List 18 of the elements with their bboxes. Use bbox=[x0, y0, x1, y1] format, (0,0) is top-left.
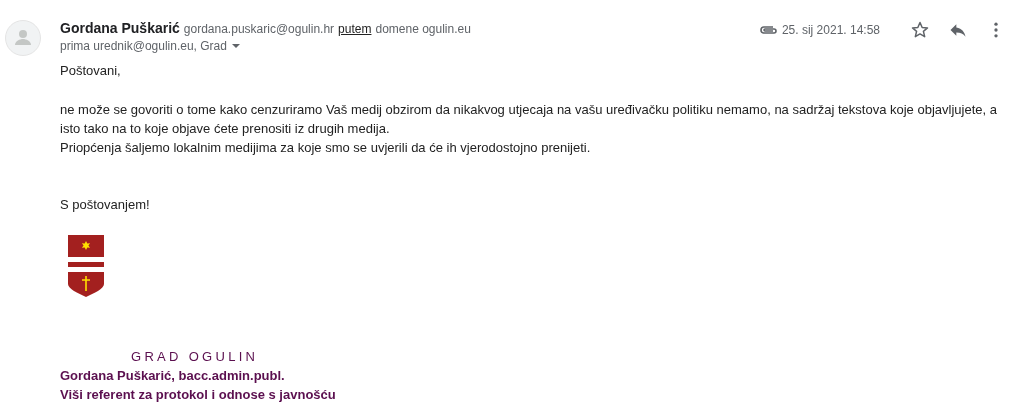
coat-of-arms-logo bbox=[68, 235, 104, 297]
avatar-icon bbox=[5, 20, 41, 56]
closing: S poštovanjem! bbox=[60, 196, 151, 214]
paperclip-icon bbox=[759, 24, 778, 36]
caret-icon[interactable] bbox=[230, 41, 241, 51]
star-icon[interactable] bbox=[910, 20, 930, 40]
via-link[interactable]: putem bbox=[338, 22, 372, 36]
signature-title: Viši referent za protokol i odnose s javnošću bbox=[60, 386, 336, 404]
sender-name: Gordana Puškarić bbox=[60, 20, 180, 36]
body-paragraph: Priopćenja šaljemo lokalnim medijima za koje smo se uvjerili da će ih vjerodostojno prenijeti. bbox=[60, 139, 592, 157]
body-paragraph: ne može se govoriti o tome kako cenzuriramo Vaš medij obzirom da nikakvog utjecaja na vašu uređivačku politiku nemamo, na sadržaj tekstova koje objavljujete, a isto tako na to koje objave ćete prenositi iz drugih medija. bbox=[60, 101, 998, 138]
via-domain: domene ogulin.eu bbox=[375, 22, 471, 36]
sender-email: gordana.puskaric@ogulin.hr bbox=[183, 22, 335, 36]
email-date: 25. sij 2021. 14:58 bbox=[781, 23, 880, 37]
recipients: prima urednik@ogulin.eu, Grad bbox=[60, 39, 227, 53]
signature-name: Gordana Puškarić, bacc.admin.publ. bbox=[60, 367, 285, 385]
greeting: Poštovani, bbox=[60, 62, 122, 80]
organization-name: GRAD OGULIN bbox=[131, 348, 259, 366]
